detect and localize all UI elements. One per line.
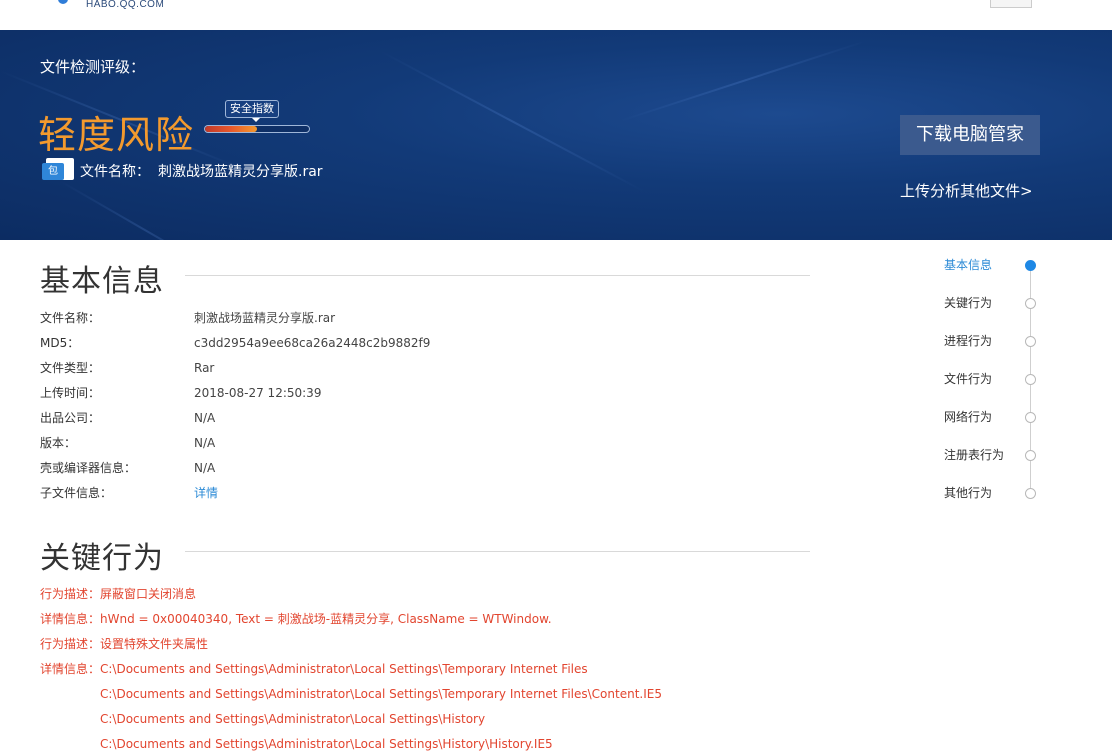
info-value: N/A — [194, 436, 216, 450]
behavior-value: 屏蔽窗口关闭消息 — [100, 587, 197, 601]
side-nav-item[interactable]: 进程行为 — [944, 332, 992, 350]
behavior-value: C:\Documents and Settings\Administrator\… — [100, 712, 486, 726]
file-name-value: 刺激战场蓝精灵分享版.rar — [158, 164, 323, 180]
side-nav-item[interactable]: 基本信息 — [944, 256, 992, 274]
sub-file-details-link[interactable]: 详情 — [194, 483, 218, 503]
side-nav-dot-icon[interactable] — [1025, 298, 1036, 309]
side-nav-dot-icon[interactable] — [1025, 336, 1036, 347]
banner-decoration — [619, 39, 868, 122]
side-nav-dot-icon[interactable] — [1025, 260, 1036, 271]
key-behavior-title: 关键行为 — [40, 541, 164, 576]
site-url[interactable]: HABO.QQ.COM — [86, 0, 164, 10]
info-key: 子文件信息： — [40, 486, 113, 500]
info-value: N/A — [194, 461, 216, 475]
side-nav-item[interactable]: 网络行为 — [944, 408, 992, 426]
side-nav-item[interactable]: 文件行为 — [944, 370, 992, 388]
behavior-value: hWnd = 0x00040340, Text = 刺激战场-蓝精灵分享, Cl… — [100, 612, 552, 626]
behavior-value: C:\Documents and Settings\Administrator\… — [100, 687, 662, 701]
result-banner: 文件检测评级： 轻度风险 安全指数 包 文件名称： 刺激战场蓝精灵分享版.rar … — [0, 30, 1112, 240]
risk-level: 轻度风险 — [38, 113, 195, 157]
info-key: 文件名称： — [40, 311, 101, 325]
rating-label: 文件检测评级： — [40, 59, 146, 76]
behavior-key: 行为描述： — [40, 637, 101, 651]
info-key: 版本： — [40, 436, 77, 450]
file-name-line: 文件名称： 刺激战场蓝精灵分享版.rar — [80, 161, 323, 181]
safety-index-tag: 安全指数 — [225, 100, 279, 122]
side-nav-item[interactable]: 注册表行为 — [944, 446, 1004, 464]
side-nav-dot-icon[interactable] — [1025, 488, 1036, 499]
habo-logo-icon[interactable] — [58, 0, 68, 4]
basic-info-title: 基本信息 — [40, 264, 164, 299]
file-name-label: 文件名称： — [80, 164, 150, 180]
section-divider — [185, 275, 810, 276]
side-nav-dot-icon[interactable] — [1025, 412, 1036, 423]
info-value: 2018-08-27 12:50:39 — [194, 386, 322, 400]
behavior-value: 设置特殊文件夹属性 — [100, 637, 209, 651]
behavior-key: 行为描述： — [40, 587, 101, 601]
info-value: 刺激战场蓝精灵分享版.rar — [194, 311, 336, 325]
top-bar: HABO.QQ.COM — [0, 0, 1112, 30]
safety-index-bar — [204, 125, 310, 133]
info-key: 出品公司： — [40, 411, 101, 425]
archive-file-icon: 包 — [42, 158, 74, 182]
behavior-key: 详情信息： — [40, 612, 101, 626]
banner-decoration — [379, 50, 646, 193]
safety-index-fill — [205, 126, 257, 132]
info-key: 壳或编译器信息： — [40, 461, 137, 475]
download-pc-manager-button[interactable]: 下载电脑管家 — [900, 115, 1040, 155]
behavior-value: C:\Documents and Settings\Administrator\… — [100, 737, 553, 751]
info-value: N/A — [194, 411, 216, 425]
side-nav-dot-icon[interactable] — [1025, 374, 1036, 385]
banner-decoration — [59, 180, 234, 240]
info-key: MD5： — [40, 336, 80, 350]
section-divider — [185, 551, 810, 552]
behavior-key: 详情信息： — [40, 662, 101, 676]
side-nav-item[interactable]: 关键行为 — [944, 294, 992, 312]
top-right-widget[interactable] — [990, 0, 1032, 8]
upload-other-file-link[interactable]: 上传分析其他文件> — [900, 180, 1033, 201]
info-key: 上传时间： — [40, 386, 101, 400]
behavior-value: C:\Documents and Settings\Administrator\… — [100, 662, 588, 676]
info-value: Rar — [194, 361, 215, 375]
info-key: 文件类型： — [40, 361, 101, 375]
info-value: c3dd2954a9ee68ca26a2448c2b9882f9 — [194, 336, 431, 350]
side-nav-item[interactable]: 其他行为 — [944, 484, 992, 502]
side-nav-dot-icon[interactable] — [1025, 450, 1036, 461]
